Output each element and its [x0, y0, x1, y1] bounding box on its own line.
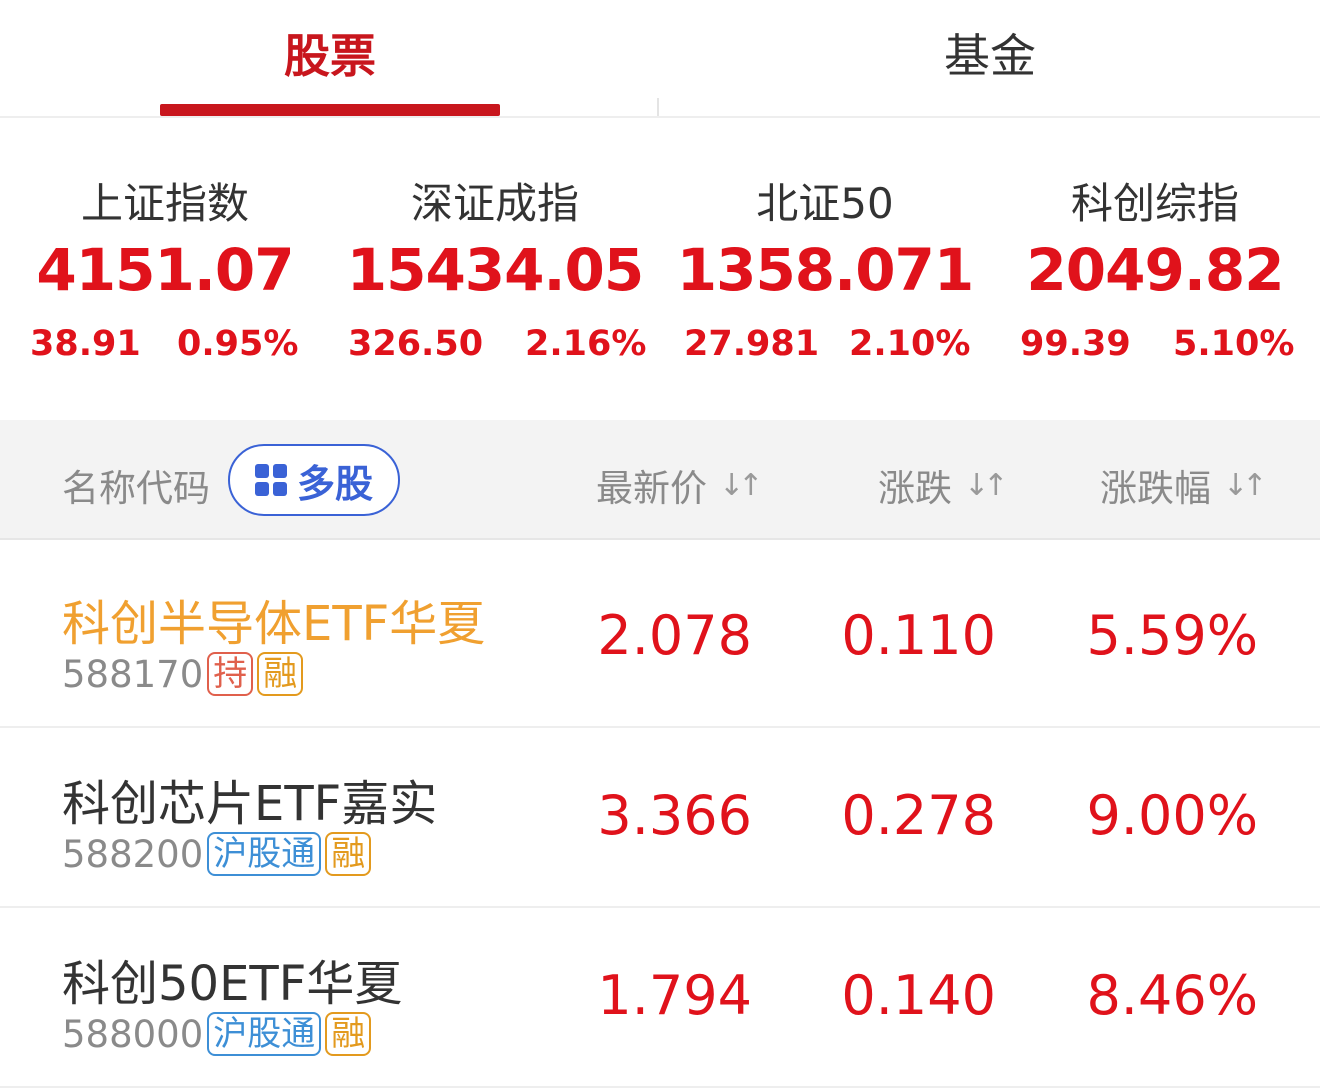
row-price: 2.078: [597, 604, 752, 667]
header-name-code: 名称代码: [62, 467, 210, 510]
header-price-label: 最新价: [596, 467, 707, 510]
index-change-pct: 2.16%: [525, 324, 647, 364]
row-change-pct: 9.00%: [1086, 784, 1258, 847]
index-value: 4151.07: [36, 236, 294, 304]
connect-tag: 沪股通: [207, 832, 322, 876]
row-code: 588000: [62, 1012, 204, 1056]
multi-stock-label: 多股: [296, 461, 373, 506]
row-change: 0.278: [841, 784, 996, 847]
sort-change-header[interactable]: 涨跌 ↓↑: [878, 458, 1008, 512]
index-value: 1358.071: [676, 236, 975, 304]
index-change: 326.50: [348, 324, 484, 364]
index-name: 深证成指: [410, 179, 579, 228]
index-name: 北证50: [756, 179, 894, 228]
row-code-line: 588000 沪股通 融: [62, 1012, 372, 1056]
index-change: 27.981: [684, 324, 820, 364]
sort-icon: ↓↑: [719, 467, 763, 503]
margin-tag: 融: [257, 652, 304, 696]
row-change-pct: 5.59%: [1086, 604, 1258, 667]
row-code: 588200: [62, 832, 204, 876]
active-tab-indicator: [160, 104, 500, 116]
index-card-star[interactable]: 科创综指 2049.82 99.39 5.10%: [990, 118, 1320, 420]
grid-icon: [254, 464, 287, 496]
tab-stocks[interactable]: 股票: [0, 0, 660, 118]
row-price: 1.794: [597, 964, 752, 1027]
row-name: 科创50ETF华夏: [62, 956, 403, 1012]
connect-tag: 沪股通: [207, 1012, 322, 1056]
index-change-pct: 5.10%: [1173, 324, 1295, 364]
multi-stock-button[interactable]: 多股: [228, 444, 400, 516]
index-change-pct: 0.95%: [177, 324, 299, 364]
index-value: 2049.82: [1026, 236, 1284, 304]
top-tabs: 股票 基金: [0, 0, 1320, 118]
sort-icon: ↓↑: [964, 467, 1008, 503]
row-change-pct: 8.46%: [1086, 964, 1258, 1027]
index-card-shenzhen[interactable]: 深证成指 15434.05 326.50 2.16%: [330, 118, 660, 420]
row-name: 科创半导体ETF华夏: [62, 596, 486, 652]
margin-tag: 融: [325, 1012, 372, 1056]
sort-icon: ↓↑: [1223, 467, 1267, 503]
margin-tag: 融: [325, 832, 372, 876]
header-change-label: 涨跌: [878, 467, 952, 510]
row-change: 0.110: [841, 604, 996, 667]
header-change-pct-label: 涨跌幅: [1100, 467, 1211, 510]
row-code: 588170: [62, 652, 204, 696]
list-header: 名称代码 多股 最新价 ↓↑ 涨跌 ↓↑ 涨跌幅 ↓↑: [0, 420, 1320, 540]
index-card-bz50[interactable]: 北证50 1358.071 27.981 2.10%: [660, 118, 990, 420]
sort-price-header[interactable]: 最新价 ↓↑: [596, 458, 763, 512]
index-summary: 上证指数 4151.07 38.91 0.95% 深证成指 15434.05 3…: [0, 118, 1320, 420]
row-name: 科创芯片ETF嘉实: [62, 776, 438, 832]
index-change: 99.39: [1020, 324, 1131, 364]
table-row[interactable]: 科创半导体ETF华夏 588170 持 融 2.078 0.110 5.59%: [0, 548, 1320, 728]
row-code-line: 588170 持 融: [62, 652, 304, 696]
table-row[interactable]: 科创50ETF华夏 588000 沪股通 融 1.794 0.140 8.46%: [0, 908, 1320, 1088]
index-name: 上证指数: [80, 179, 249, 228]
sort-change-pct-header[interactable]: 涨跌幅 ↓↑: [1100, 458, 1267, 512]
index-name: 科创综指: [1070, 179, 1239, 228]
index-change: 38.91: [30, 324, 141, 364]
tab-funds[interactable]: 基金: [660, 0, 1320, 118]
index-change-pct: 2.10%: [849, 324, 971, 364]
row-price: 3.366: [597, 784, 752, 847]
index-value: 15434.05: [346, 236, 645, 304]
tab-divider: [657, 98, 659, 116]
row-code-line: 588200 沪股通 融: [62, 832, 372, 876]
holding-tag: 持: [207, 652, 254, 696]
row-change: 0.140: [841, 964, 996, 1027]
table-row[interactable]: 科创芯片ETF嘉实 588200 沪股通 融 3.366 0.278 9.00%: [0, 728, 1320, 908]
index-card-shanghai[interactable]: 上证指数 4151.07 38.91 0.95%: [0, 118, 330, 420]
